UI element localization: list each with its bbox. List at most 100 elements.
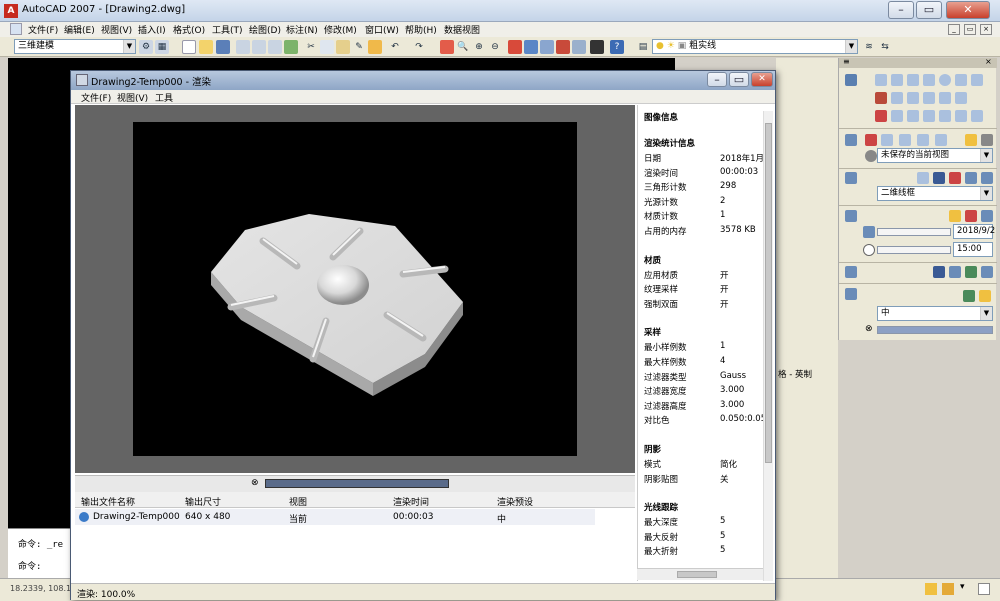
materials-off-icon[interactable]	[933, 266, 945, 278]
workspace-save-icon[interactable]: ▦	[155, 40, 169, 54]
lock-toolbar-icon[interactable]	[942, 583, 954, 595]
print-icon[interactable]	[236, 40, 250, 54]
help-icon[interactable]: ?	[610, 40, 624, 54]
publish-icon[interactable]	[284, 40, 298, 54]
palette-menu-icon[interactable]: ≡	[843, 57, 850, 66]
layer-previous-icon[interactable]: ⇆	[878, 40, 892, 54]
hidden-icon[interactable]	[949, 172, 961, 184]
maximize-icon[interactable]: ▭	[916, 1, 942, 19]
info-scroll-thumb[interactable]	[765, 123, 772, 463]
union-icon[interactable]	[875, 92, 887, 104]
doc-close-icon[interactable]: ×	[980, 24, 992, 35]
cut-icon[interactable]: ✂	[304, 40, 318, 54]
info-hscroll-thumb[interactable]	[677, 571, 717, 578]
render-minimize-icon[interactable]: –	[707, 72, 727, 87]
pan-3d-icon[interactable]	[881, 134, 893, 146]
workspace-select[interactable]: 三维建模 ▼	[14, 39, 136, 54]
sheet-set-icon[interactable]	[556, 40, 570, 54]
zoom-window-icon[interactable]: ⊕	[472, 40, 486, 54]
status-menu-icon[interactable]: ▾	[960, 582, 965, 592]
quickcalc-icon[interactable]	[590, 40, 604, 54]
scroll-thumb[interactable]	[265, 479, 449, 488]
realistic-icon[interactable]	[965, 172, 977, 184]
radio-icon[interactable]	[865, 150, 877, 162]
revolve-icon[interactable]	[939, 92, 951, 104]
presspull-icon[interactable]	[891, 110, 903, 122]
menu-window[interactable]: 窗口(W)	[365, 23, 399, 36]
slice-icon[interactable]	[907, 110, 919, 122]
orbit-icon[interactable]	[865, 134, 877, 146]
date-slider[interactable]	[877, 228, 951, 236]
render-close-icon[interactable]: ✕	[751, 72, 773, 87]
menu-dimension[interactable]: 标注(N)	[286, 23, 318, 36]
comm-center-icon[interactable]	[925, 583, 937, 595]
subtract-icon[interactable]	[891, 92, 903, 104]
render-menu-file[interactable]: 文件(F)	[81, 91, 111, 104]
copy-icon[interactable]	[320, 40, 334, 54]
minimize-icon[interactable]: –	[888, 1, 914, 19]
column-header-preset[interactable]: 渲染预设	[497, 495, 533, 508]
properties-icon[interactable]	[508, 40, 522, 54]
save-icon[interactable]	[216, 40, 230, 54]
loft-icon[interactable]	[875, 110, 887, 122]
palette-close-icon[interactable]: ×	[985, 57, 992, 66]
render-image-scrollbar[interactable]: ⊗	[75, 475, 635, 492]
time-field[interactable]: 15:00	[953, 242, 993, 257]
column-header-time[interactable]: 渲染时间	[393, 495, 429, 508]
cone-icon[interactable]	[923, 74, 935, 86]
menu-modify[interactable]: 修改(M)	[324, 23, 357, 36]
visual-style-select[interactable]: 二维线框 ▼	[877, 186, 993, 201]
materials-window-icon[interactable]	[965, 266, 977, 278]
render-region-icon[interactable]	[963, 290, 975, 302]
material-mapping-icon[interactable]	[981, 266, 993, 278]
time-slider[interactable]	[877, 246, 951, 254]
3d-navigate-icon[interactable]	[845, 134, 857, 146]
info-scrollbar[interactable]	[763, 111, 773, 581]
column-header-size[interactable]: 输出尺寸	[185, 495, 221, 508]
layer-manager-icon[interactable]: ▤	[636, 40, 650, 54]
section-icon[interactable]	[923, 110, 935, 122]
camera-icon[interactable]	[965, 134, 977, 146]
markup-icon[interactable]	[572, 40, 586, 54]
command-prompt[interactable]: 命令:	[18, 559, 41, 572]
sun-status-icon[interactable]	[949, 210, 961, 222]
materials-icon[interactable]	[845, 266, 857, 278]
block-editor-icon[interactable]	[368, 40, 382, 54]
column-header-name[interactable]: 输出文件名称	[81, 495, 135, 508]
torus-icon[interactable]	[971, 74, 983, 86]
make-current-icon[interactable]: ≋	[862, 40, 876, 54]
extrude-icon[interactable]	[923, 92, 935, 104]
workspace-settings-icon[interactable]: ⚙	[139, 40, 153, 54]
date-field[interactable]: 2018/9/2	[953, 224, 995, 239]
3d-make-icon[interactable]	[845, 74, 857, 86]
menu-file[interactable]: 文件(F)	[28, 23, 58, 36]
view-manager-icon[interactable]	[981, 134, 993, 146]
redo-icon[interactable]: ↷	[412, 40, 426, 54]
clean-screen-icon[interactable]	[978, 583, 990, 595]
named-view-select[interactable]: 未保存的当前视图 ▼	[877, 148, 993, 163]
sphere-icon[interactable]	[939, 74, 951, 86]
menu-dataview[interactable]: 数据视图	[444, 23, 480, 36]
menu-edit[interactable]: 编辑(E)	[64, 23, 95, 36]
info-hscrollbar[interactable]	[637, 568, 763, 580]
open-icon[interactable]	[199, 40, 213, 54]
light-list-icon[interactable]	[965, 210, 977, 222]
menu-view[interactable]: 视图(V)	[101, 23, 132, 36]
menu-format[interactable]: 格式(O)	[173, 23, 205, 36]
3d-wireframe-icon[interactable]	[933, 172, 945, 184]
render-preset-select[interactable]: 中 ▼	[877, 306, 993, 321]
3d-rotate-icon[interactable]	[971, 110, 983, 122]
render-settings-icon[interactable]	[979, 290, 991, 302]
walk-icon[interactable]	[917, 134, 929, 146]
print-preview-icon[interactable]	[252, 40, 266, 54]
wedge-icon[interactable]	[891, 74, 903, 86]
menu-help[interactable]: 帮助(H)	[405, 23, 437, 36]
visual-styles-icon[interactable]	[845, 172, 857, 184]
zoom-previous-icon[interactable]: ⊖	[488, 40, 502, 54]
doc-minimize-icon[interactable]: _	[948, 24, 960, 35]
design-center-icon[interactable]	[524, 40, 538, 54]
render-icon[interactable]	[845, 288, 857, 300]
lights-icon[interactable]	[845, 210, 857, 222]
render-maximize-icon[interactable]: ▭	[729, 72, 749, 87]
zoom-realtime-icon[interactable]: 🔍	[456, 40, 470, 54]
